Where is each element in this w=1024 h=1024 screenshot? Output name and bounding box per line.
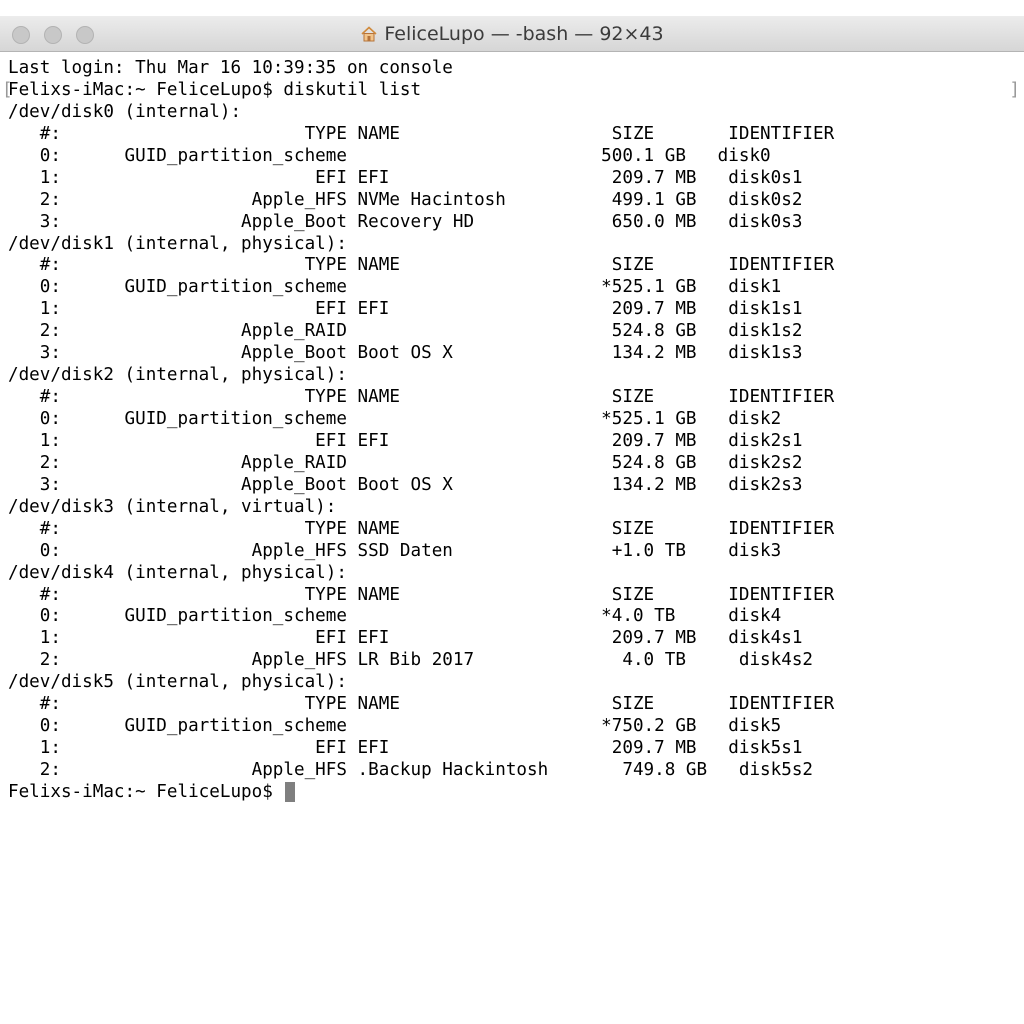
prompt-line[interactable]: Felixs-iMac:~ FeliceLupo$	[8, 781, 1018, 804]
terminal-line: /dev/disk4 (internal, physical):	[8, 562, 347, 583]
terminal-line: 0: GUID_partition_scheme *525.1 GB disk1	[8, 277, 782, 298]
terminal-line: 0: GUID_partition_scheme *525.1 GB disk2	[8, 409, 782, 429]
window-title-text: FeliceLupo — -bash — 92×43	[384, 23, 664, 45]
terminal-line: Last login: Thu Mar 16 10:39:35 on conso…	[8, 58, 453, 78]
terminal-line: 2: Apple_HFS .Backup Hackintosh 749.8 GB…	[8, 760, 814, 780]
terminal-line: #: TYPE NAME SIZE IDENTIFIER	[8, 584, 835, 605]
terminal-line: Felixs-iMac:~ FeliceLupo$ diskutil list	[8, 79, 422, 100]
terminal-line: 0: Apple_HFS SSD Daten +1.0 TB disk3	[8, 540, 782, 561]
terminal-line: #: TYPE NAME SIZE IDENTIFIER	[8, 694, 835, 715]
title-bar[interactable]: FeliceLupo — -bash — 92×43	[0, 16, 1024, 52]
terminal-line: /dev/disk5 (internal, physical):	[8, 672, 347, 693]
terminal-line: #: TYPE NAME SIZE IDENTIFIER	[8, 518, 835, 539]
terminal-line: #: TYPE NAME SIZE IDENTIFIER	[8, 255, 835, 276]
terminal-line: 2: Apple_RAID 524.8 GB disk1s2	[8, 321, 803, 342]
home-icon	[361, 26, 377, 42]
terminal-line: 2: Apple_HFS LR Bib 2017 4.0 TB disk4s2	[8, 650, 814, 671]
terminal-content[interactable]: Last login: Thu Mar 16 10:39:35 on conso…	[8, 58, 1018, 804]
terminal-line: 0: GUID_partition_scheme 500.1 GB disk0	[8, 145, 771, 166]
terminal-line: 2: Apple_HFS NVMe Hacintosh 499.1 GB dis…	[8, 189, 803, 210]
terminal-line: /dev/disk3 (internal, virtual):	[8, 496, 337, 517]
terminal-line: 1: EFI EFI 209.7 MB disk4s1	[8, 628, 803, 649]
terminal-line: 1: EFI EFI 209.7 MB disk5s1	[8, 738, 803, 759]
terminal-line: /dev/disk1 (internal, physical):	[8, 233, 347, 254]
terminal-line: 1: EFI EFI 209.7 MB disk2s1	[8, 430, 803, 451]
terminal-line: 1: EFI EFI 209.7 MB disk0s1	[8, 167, 803, 188]
terminal-line: 3: Apple_Boot Boot OS X 134.2 MB disk2s3	[8, 474, 803, 495]
terminal-window: FeliceLupo — -bash — 92×43 [ ] Last logi…	[0, 16, 1024, 1024]
terminal-line: #: TYPE NAME SIZE IDENTIFIER	[8, 387, 835, 408]
terminal-line: 0: GUID_partition_scheme *4.0 TB disk4	[8, 606, 782, 627]
terminal-line: 1: EFI EFI 209.7 MB disk1s1	[8, 299, 803, 320]
terminal-line: 0: GUID_partition_scheme *750.2 GB disk5	[8, 716, 782, 737]
shell-prompt: Felixs-iMac:~ FeliceLupo$	[8, 781, 284, 802]
terminal-line: #: TYPE NAME SIZE IDENTIFIER	[8, 123, 835, 144]
terminal-line: /dev/disk0 (internal):	[8, 101, 242, 122]
terminal-line: 3: Apple_Boot Recovery HD 650.0 MB disk0…	[8, 211, 803, 232]
text-cursor	[285, 781, 296, 802]
terminal-line: 3: Apple_Boot Boot OS X 134.2 MB disk1s3	[8, 343, 803, 364]
terminal-line: 2: Apple_RAID 524.8 GB disk2s2	[8, 452, 803, 473]
window-title: FeliceLupo — -bash — 92×43	[0, 16, 1024, 52]
terminal-line: /dev/disk2 (internal, physical):	[8, 365, 347, 386]
